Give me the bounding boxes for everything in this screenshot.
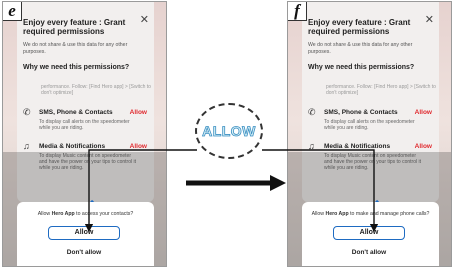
permission-dialog: Allow Hero App to access your contacts? … [17, 202, 154, 266]
permission-allow-link[interactable]: Allow [130, 143, 147, 150]
close-icon[interactable]: ✕ [140, 15, 149, 26]
music-note-icon: ♫ [308, 141, 315, 151]
sheet-title: Enjoy every feature : Grant required per… [308, 18, 411, 36]
sheet-title: Enjoy every feature : Grant required per… [23, 18, 126, 36]
music-note-icon: ♫ [23, 141, 30, 151]
permission-title: SMS, Phone & Contacts [324, 109, 398, 116]
sheet-description: We do not share & use this data for any … [308, 42, 413, 55]
permission-title: Media & Notifications [39, 143, 106, 150]
permission-title: Media & Notifications [324, 143, 391, 150]
permission-allow-link[interactable]: Allow [415, 143, 432, 150]
allow-button[interactable]: Allow [48, 226, 120, 240]
transition-arrow-head [270, 175, 286, 191]
panel-label: e [3, 2, 22, 21]
dont-allow-button[interactable]: Don't allow [48, 247, 120, 259]
panel-label: f [288, 2, 307, 21]
phone-icon: ✆ [308, 107, 316, 117]
phone-icon: ✆ [23, 107, 31, 117]
permission-description: To display call alerts on the speedomete… [324, 119, 415, 132]
permission-title: SMS, Phone & Contacts [39, 109, 113, 116]
dont-allow-button[interactable]: Don't allow [333, 247, 405, 259]
permission-allow-link[interactable]: Allow [415, 109, 432, 116]
faded-instruction: performance. Follow: [Find Hero app] > [… [326, 84, 436, 96]
permission-description: To display call alerts on the speedomete… [39, 119, 130, 132]
screenshot-panel-f: f Enjoy every feature : Grant required p… [287, 1, 452, 267]
faded-instruction: performance. Follow: [Find Hero app] > [… [41, 84, 151, 96]
dialog-message: Allow Hero App to access your contacts? [37, 211, 134, 217]
sheet-subheading: Why we need this permissions? [23, 64, 130, 71]
sheet-description: We do not share & use this data for any … [23, 42, 128, 55]
permission-allow-link[interactable]: Allow [130, 109, 147, 116]
sheet-subheading: Why we need this permissions? [308, 64, 415, 71]
screenshot-panel-e: e Enjoy every feature : Grant required p… [2, 1, 167, 267]
allow-callout-label: ALLOW [202, 123, 256, 140]
allow-button[interactable]: Allow [333, 226, 405, 240]
dialog-message: Allow Hero App to make and manage phone … [311, 211, 430, 217]
close-icon[interactable]: ✕ [425, 15, 434, 26]
permission-dialog: Allow Hero App to make and manage phone … [302, 202, 439, 266]
